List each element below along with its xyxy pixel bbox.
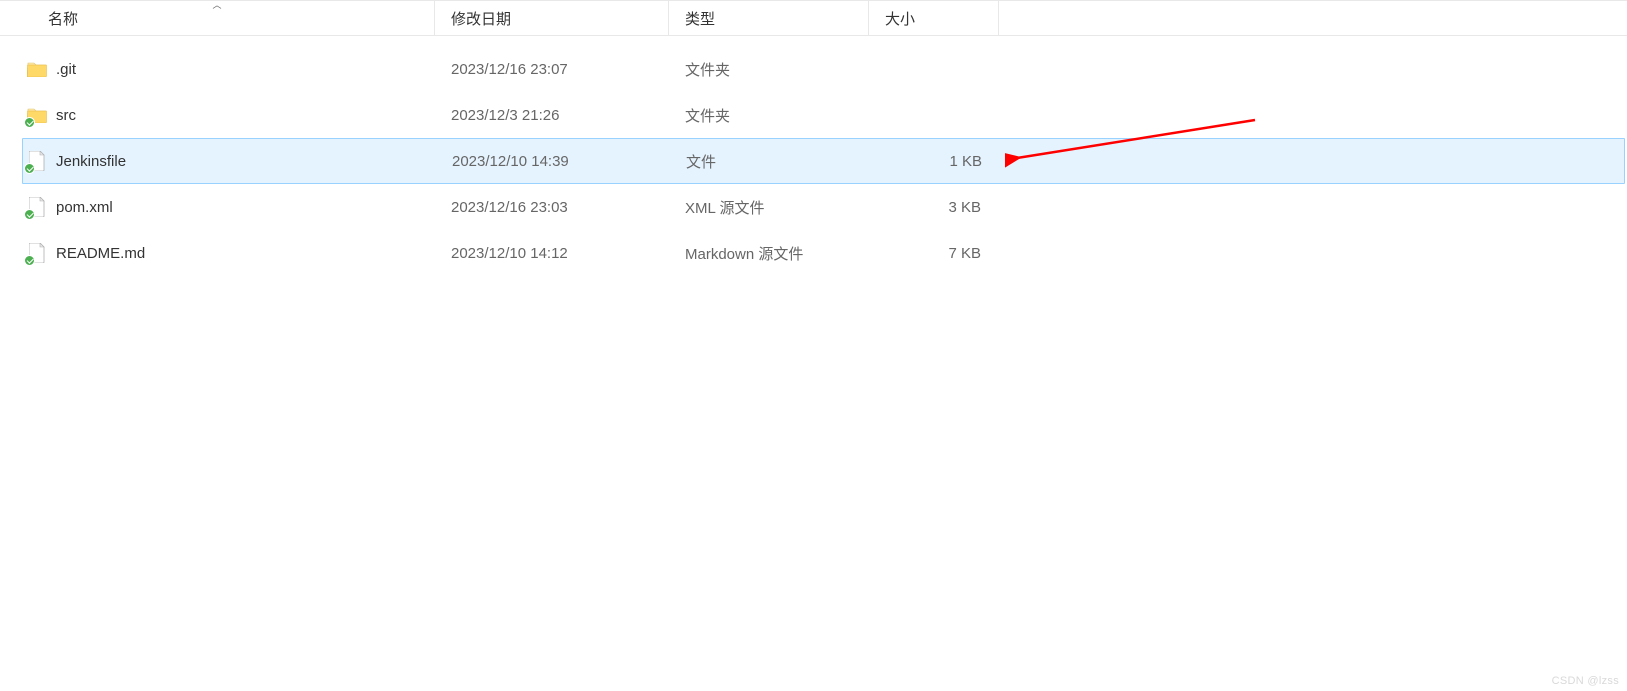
file-name-cell: Jenkinsfile xyxy=(23,150,436,172)
file-type-cell: 文件夹 xyxy=(669,105,869,126)
sync-ok-badge-icon xyxy=(24,163,35,174)
file-date-cell: 2023/12/3 21:26 xyxy=(435,107,669,124)
file-row[interactable]: pom.xml 2023/12/16 23:03XML 源文件3 KB xyxy=(22,184,1625,230)
file-type-cell: 文件夹 xyxy=(669,59,869,80)
file-name-cell: src xyxy=(22,104,435,126)
file-row[interactable]: Jenkinsfile 2023/12/10 14:39文件1 KB xyxy=(22,138,1625,184)
sync-ok-badge-icon xyxy=(24,117,35,128)
column-header-name[interactable]: ︿ 名称 xyxy=(0,1,435,35)
column-header-size-label: 大小 xyxy=(885,8,915,29)
column-header-row: ︿ 名称 修改日期 类型 大小 xyxy=(0,0,1627,36)
file-name-label: README.md xyxy=(56,245,145,262)
file-row[interactable]: src 2023/12/3 21:26文件夹 xyxy=(22,92,1625,138)
sort-ascending-icon: ︿ xyxy=(212,0,221,11)
file-name-cell: README.md xyxy=(22,242,435,264)
file-name-cell: pom.xml xyxy=(22,196,435,218)
watermark: CSDN @lzss xyxy=(1552,675,1619,687)
sync-ok-badge-icon xyxy=(24,209,35,220)
file-name-label: pom.xml xyxy=(56,199,113,216)
file-list: .git2023/12/16 23:07文件夹src2023/12/3 21:2… xyxy=(0,36,1627,276)
file-icon xyxy=(26,242,48,264)
column-header-type[interactable]: 类型 xyxy=(669,1,869,35)
file-date-cell: 2023/12/16 23:03 xyxy=(435,199,669,216)
file-icon xyxy=(26,150,48,172)
sync-ok-badge-icon xyxy=(24,255,35,266)
file-date-cell: 2023/12/10 14:12 xyxy=(435,245,669,262)
file-name-label: .git xyxy=(56,61,76,78)
column-header-size[interactable]: 大小 xyxy=(869,1,999,35)
file-date-cell: 2023/12/16 23:07 xyxy=(435,61,669,78)
folder-icon xyxy=(26,104,48,126)
file-size-cell: 7 KB xyxy=(869,245,989,262)
file-type-cell: Markdown 源文件 xyxy=(669,243,869,264)
column-header-date[interactable]: 修改日期 xyxy=(435,1,669,35)
column-header-name-label: 名称 xyxy=(48,8,78,29)
column-header-date-label: 修改日期 xyxy=(451,8,511,29)
file-name-cell: .git xyxy=(22,58,435,80)
file-size-cell: 1 KB xyxy=(870,153,990,170)
file-date-cell: 2023/12/10 14:39 xyxy=(436,153,670,170)
file-icon xyxy=(26,196,48,218)
file-type-cell: XML 源文件 xyxy=(669,197,869,218)
column-header-type-label: 类型 xyxy=(685,8,715,29)
file-name-label: src xyxy=(56,107,76,124)
file-row[interactable]: .git 2023/12/16 23:07文件夹 xyxy=(22,46,1625,92)
file-row[interactable]: README.md 2023/12/10 14:12Markdown 源文件7 K… xyxy=(22,230,1625,276)
file-type-cell: 文件 xyxy=(670,151,870,172)
folder-icon xyxy=(26,58,48,80)
file-size-cell: 3 KB xyxy=(869,199,989,216)
file-name-label: Jenkinsfile xyxy=(56,153,126,170)
